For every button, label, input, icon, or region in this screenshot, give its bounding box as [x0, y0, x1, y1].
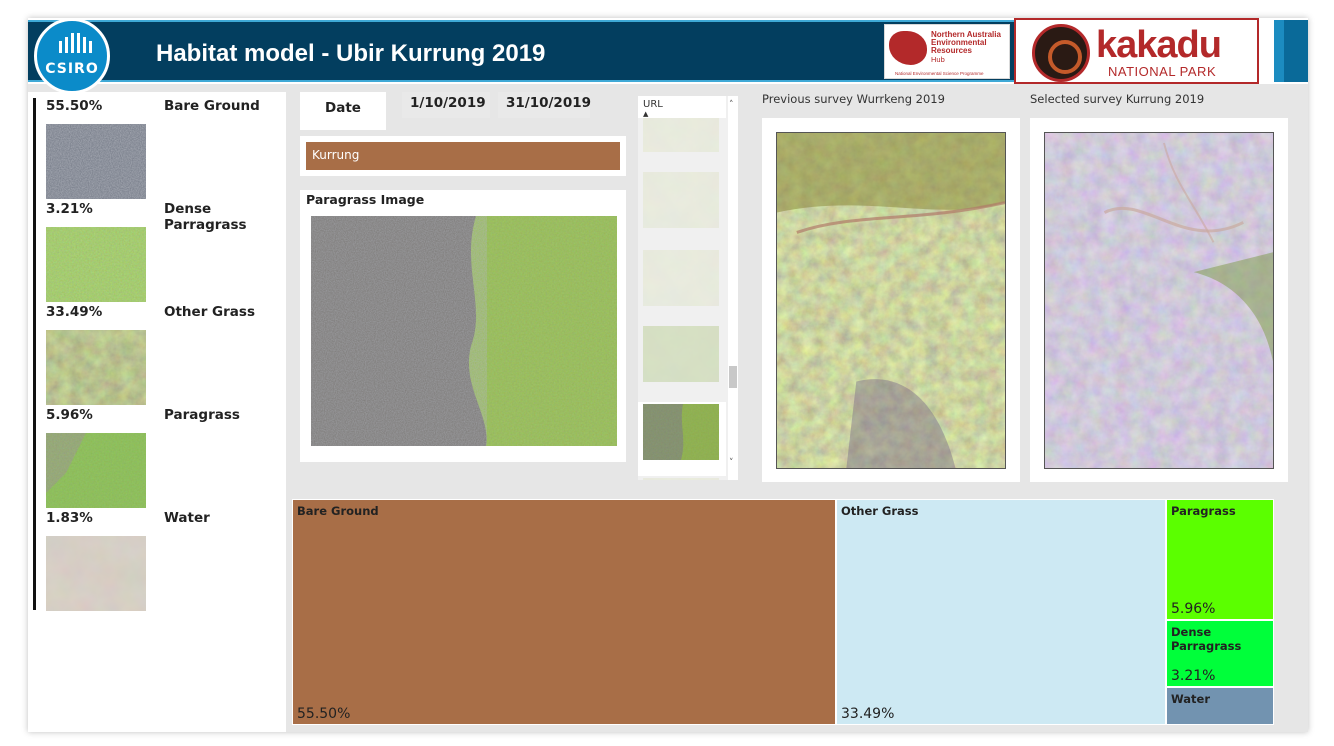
- paragrass-photo: [46, 433, 146, 508]
- site-filter: Kurrung: [300, 136, 626, 176]
- naerh-logo-program: National Environmental Science Programme: [895, 71, 984, 76]
- treemap-cell-paragrass[interactable]: Paragrass 5.96%: [1166, 499, 1274, 620]
- csiro-logo: CSIRO: [34, 18, 110, 94]
- url-thumbnail[interactable]: [643, 172, 719, 228]
- legend-item-bare-ground[interactable]: 55.50% Bare Ground: [46, 92, 282, 199]
- water-photo: [46, 536, 146, 611]
- url-list-scrollbar[interactable]: ˄ ˅: [728, 96, 738, 480]
- legend-item-other-grass[interactable]: 33.49% Other Grass: [46, 298, 282, 405]
- url-thumbnail[interactable]: [643, 478, 719, 480]
- date-start-input[interactable]: 1/10/2019: [402, 92, 490, 118]
- legend-label: Paragrass: [164, 407, 240, 423]
- date-end-input[interactable]: 31/10/2019: [498, 92, 591, 118]
- treemap-label: Water: [1171, 692, 1211, 706]
- scroll-down-icon[interactable]: ˅: [729, 458, 734, 468]
- selected-survey-card: [1030, 118, 1288, 482]
- treemap-label: Other Grass: [841, 504, 919, 518]
- scrollbar-thumb[interactable]: [729, 366, 737, 388]
- treemap-cell-dense-paragrass[interactable]: Dense Parragrass 3.21%: [1166, 620, 1274, 687]
- kakadu-logo-sub: NATIONAL PARK: [1108, 64, 1217, 79]
- url-thumbnail-list[interactable]: URL ▲: [638, 96, 738, 480]
- treemap-cell-other-grass[interactable]: Other Grass 33.49%: [836, 499, 1166, 725]
- kakadu-logo: kakadu NATIONAL PARK: [1014, 18, 1259, 84]
- legend-item-water[interactable]: 1.83% Water: [46, 504, 282, 611]
- date-slicer-header: Date: [300, 92, 386, 130]
- csiro-logo-text: CSIRO: [45, 61, 99, 77]
- treemap-label: Bare Ground: [297, 504, 379, 518]
- legend-percent: 3.21%: [46, 201, 93, 217]
- page-title: Habitat model - Ubir Kurrung 2019: [156, 40, 546, 67]
- url-thumbnail[interactable]: [643, 118, 719, 152]
- url-thumbnail[interactable]: [643, 250, 719, 306]
- legend-percent: 55.50%: [46, 98, 103, 114]
- previous-survey-ortho-photo: [776, 132, 1006, 469]
- treemap-cell-water[interactable]: Water: [1166, 687, 1274, 725]
- habitat-legend: 55.50% Bare Ground 3.21% Dense Parragras…: [28, 92, 286, 732]
- legend-percent: 1.83%: [46, 510, 93, 526]
- kakadu-logo-name: kakadu: [1096, 24, 1222, 66]
- treemap-cell-bare-ground[interactable]: Bare Ground 55.50%: [292, 499, 836, 725]
- paragrass-aerial-photo: [311, 216, 617, 446]
- legend-label: Other Grass: [164, 304, 255, 320]
- report-canvas: Habitat model - Ubir Kurrung 2019 CSIRO …: [28, 18, 1308, 732]
- naerh-logo: Northern Australia Environmental Resourc…: [884, 24, 1010, 79]
- other-grass-photo: [46, 330, 146, 405]
- kakadu-seal-icon: [1032, 24, 1090, 82]
- legend-item-paragrass[interactable]: 5.96% Paragrass: [46, 401, 282, 508]
- site-filter-bar-kurrung[interactable]: Kurrung: [306, 142, 620, 170]
- treemap-label: Paragrass: [1171, 504, 1236, 518]
- legend-percent: 33.49%: [46, 304, 103, 320]
- dense-paragrass-photo: [46, 227, 146, 302]
- paragrass-image-title: Paragrass Image: [306, 192, 425, 207]
- naerh-logo-hub: Hub: [931, 55, 945, 64]
- header-bar: Habitat model - Ubir Kurrung 2019: [28, 20, 1014, 82]
- date-label: Date: [325, 100, 361, 116]
- legend-percent: 5.96%: [46, 407, 93, 423]
- legend-divider: [33, 98, 36, 610]
- habitat-treemap: Bare Ground 55.50% Other Grass 33.49% Pa…: [292, 499, 1308, 725]
- previous-survey-card: [762, 118, 1020, 482]
- legend-label: Water: [164, 510, 210, 526]
- legend-item-dense-paragrass[interactable]: 3.21% Dense Parragrass: [46, 195, 282, 302]
- legend-label: Dense Parragrass: [164, 201, 247, 233]
- treemap-value: 55.50%: [297, 706, 351, 722]
- selected-survey-caption: Selected survey Kurrung 2019: [1030, 92, 1205, 106]
- treemap-value: 3.21%: [1171, 668, 1216, 684]
- previous-survey-caption: Previous survey Wurrkeng 2019: [762, 92, 945, 106]
- australia-map-icon: [889, 31, 927, 65]
- legend-label: Bare Ground: [164, 98, 260, 114]
- sort-ascending-icon[interactable]: ▲: [643, 110, 648, 118]
- header-accent: [1268, 20, 1308, 82]
- bare-ground-photo: [46, 124, 146, 199]
- scroll-up-icon[interactable]: ˄: [729, 100, 734, 110]
- treemap-value: 33.49%: [841, 706, 895, 722]
- selected-survey-ortho-photo: [1044, 132, 1274, 469]
- url-thumbnail-selected[interactable]: [638, 402, 726, 476]
- url-thumbnail[interactable]: [643, 404, 719, 460]
- paragrass-image-card: Paragrass Image: [300, 190, 626, 462]
- treemap-value: 5.96%: [1171, 601, 1216, 617]
- treemap-label: Dense Parragrass: [1171, 625, 1242, 653]
- csiro-bars-icon: [59, 33, 92, 53]
- url-thumbnail[interactable]: [643, 326, 719, 382]
- header: Habitat model - Ubir Kurrung 2019 CSIRO …: [28, 18, 1308, 94]
- naerh-logo-title: Northern Australia Environmental Resourc…: [931, 30, 1001, 55]
- url-column-header[interactable]: URL ▲: [638, 96, 726, 118]
